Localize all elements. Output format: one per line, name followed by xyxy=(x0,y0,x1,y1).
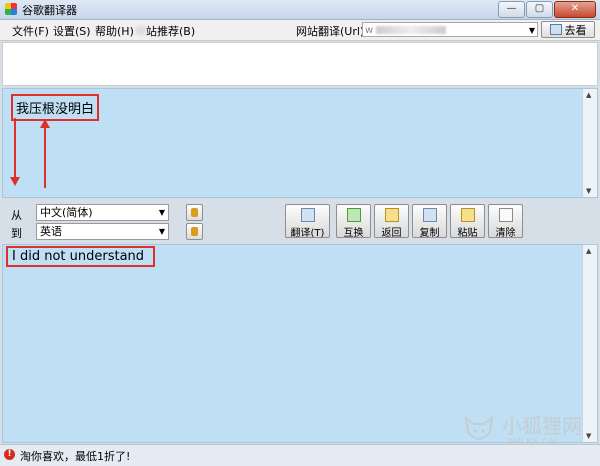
red-arrow-down xyxy=(10,118,20,186)
scroll-up-icon[interactable]: ▲ xyxy=(586,91,591,99)
menu-file[interactable]: 文件(F) xyxy=(12,23,49,39)
go-label: 去看 xyxy=(564,24,587,37)
from-language-select[interactable]: 中文(简体) ▼ xyxy=(36,204,169,221)
chevron-down-icon: ▼ xyxy=(158,208,165,217)
back-icon xyxy=(384,208,399,222)
paste-label: 粘贴 xyxy=(457,228,478,239)
minimize-button[interactable]: — xyxy=(498,1,525,18)
translate-button[interactable]: 翻译(T) xyxy=(285,204,330,239)
web-view-area xyxy=(2,42,598,86)
copy-icon xyxy=(422,208,437,222)
clear-button[interactable]: 清除 xyxy=(488,204,523,239)
copy-button[interactable]: 复制 xyxy=(412,204,447,239)
back-button[interactable]: 返回 xyxy=(374,204,409,239)
translate-icon xyxy=(300,208,315,222)
window-icon xyxy=(549,24,562,35)
to-label: 到 xyxy=(11,227,22,240)
swap-label: 互换 xyxy=(343,228,364,239)
red-arrow-up xyxy=(40,119,50,188)
source-text: 我压根没明白 xyxy=(11,94,100,121)
clear-label: 清除 xyxy=(495,228,516,239)
title-bar: 谷歌翻译器 — ▢ ✕ xyxy=(0,0,600,20)
back-label: 返回 xyxy=(381,228,402,239)
scroll-up-icon[interactable]: ▲ xyxy=(586,247,591,255)
source-text-area[interactable]: 我压根没明白 ▲ ▼ xyxy=(2,88,598,198)
maximize-button[interactable]: ▢ xyxy=(526,1,553,18)
chevron-down-icon: ▼ xyxy=(528,26,535,35)
menu-recommend[interactable]: 站推荐(B) xyxy=(146,23,195,39)
scroll-down-icon[interactable]: ▼ xyxy=(586,187,591,195)
watermark-cn: 小狐狸网 xyxy=(502,414,582,438)
menu-help[interactable]: 帮助(H) xyxy=(95,23,134,39)
clear-icon xyxy=(498,208,513,222)
close-button[interactable]: ✕ xyxy=(554,1,596,18)
url-combo[interactable]: w ▼ xyxy=(362,22,538,37)
control-row: 从 中文(简体) ▼ 到 英语 ▼ 翻译(T) 互换 返回 复制 粘贴 清除 xyxy=(2,199,598,244)
translate-label: 翻译(T) xyxy=(290,228,325,239)
from-language-value: 中文(简体) xyxy=(40,206,93,219)
paste-button[interactable]: 粘贴 xyxy=(450,204,485,239)
fox-logo-icon xyxy=(464,415,494,440)
window-title: 谷歌翻译器 xyxy=(22,4,77,17)
result-text: I did not understand xyxy=(6,246,156,267)
menu-blurred-text xyxy=(136,26,146,35)
speak-result-button[interactable] xyxy=(186,223,203,240)
go-button[interactable]: 去看 xyxy=(541,21,595,38)
paste-icon xyxy=(460,208,475,222)
info-icon: ! xyxy=(4,449,15,460)
chevron-down-icon: ▼ xyxy=(158,227,165,236)
speak-source-button[interactable] xyxy=(186,204,203,221)
watermark: 小狐狸网 XHLKS.CN xyxy=(462,410,592,450)
watermark-en: XHLKS.CN xyxy=(506,437,557,448)
url-prefix: w xyxy=(365,25,374,36)
site-translate-label: 网站翻译(Url) xyxy=(296,25,365,38)
url-blurred xyxy=(376,26,447,34)
status-ad-link[interactable]: 淘你喜欢，最低1折了! xyxy=(20,448,130,464)
to-language-select[interactable]: 英语 ▼ xyxy=(36,223,169,240)
source-scrollbar[interactable]: ▲ ▼ xyxy=(582,89,597,197)
to-language-value: 英语 xyxy=(40,225,62,238)
app-icon xyxy=(5,3,17,15)
swap-icon xyxy=(346,208,361,222)
from-label: 从 xyxy=(11,209,22,222)
copy-label: 复制 xyxy=(419,228,440,239)
speaker-icon xyxy=(191,208,198,217)
speaker-icon xyxy=(191,227,198,236)
swap-button[interactable]: 互换 xyxy=(336,204,371,239)
menu-settings[interactable]: 设置(S) xyxy=(53,23,91,39)
